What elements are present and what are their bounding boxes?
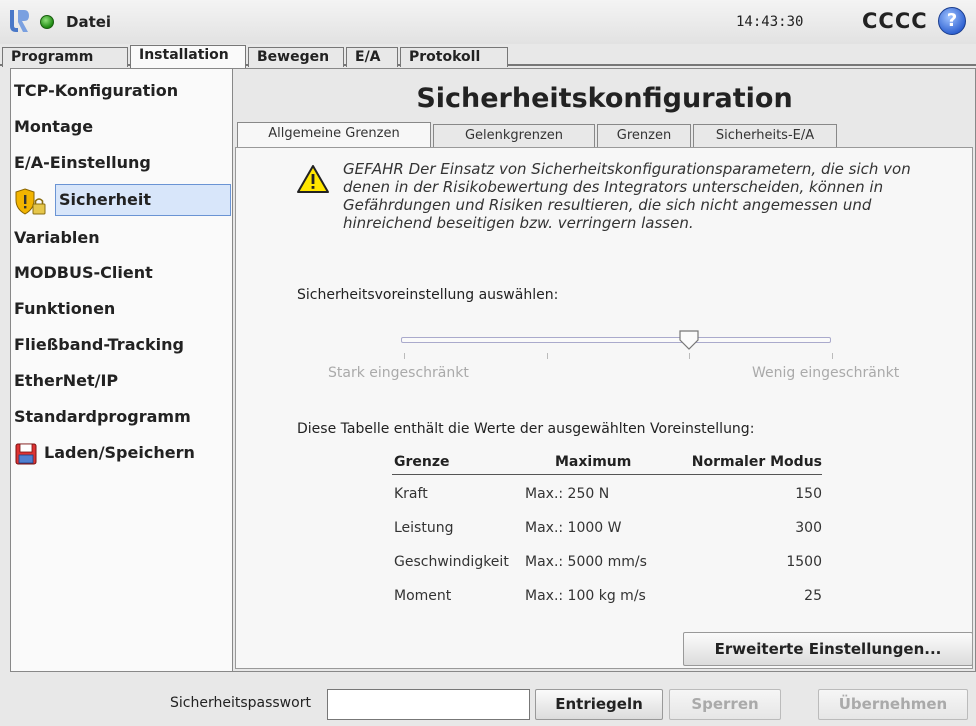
- limit-normal-value: 300: [795, 520, 822, 536]
- clock: 14:43:30: [736, 14, 804, 30]
- limit-normal-value: 150: [795, 486, 822, 502]
- sidebar-item-tcp-konfiguration[interactable]: TCP-Konfiguration: [11, 74, 231, 108]
- tab-gelenkgrenzen[interactable]: Gelenkgrenzen: [433, 124, 595, 147]
- file-menu[interactable]: Datei: [66, 13, 111, 31]
- general-limits-panel: GEFAHR Der Einsatz von Sicherheitskonfig…: [235, 147, 973, 669]
- robot-name: CCCC: [862, 9, 928, 33]
- tab-bewegen[interactable]: Bewegen: [248, 47, 344, 67]
- danger-warning-text: GEFAHR Der Einsatz von Sicherheitskonfig…: [343, 160, 911, 232]
- sidebar-item-sicherheit[interactable]: Sicherheit: [11, 180, 231, 222]
- unlock-button[interactable]: Entriegeln: [535, 689, 663, 720]
- table-row: Kraft Max.: 250 N 150: [392, 479, 822, 509]
- installation-sidebar: TCP-Konfiguration Montage E/A-Einstellun…: [10, 68, 233, 672]
- slider-max-label: Wenig eingeschränkt: [752, 365, 900, 381]
- title-bar: Datei 14:43:30 CCCC ?: [0, 0, 976, 44]
- sidebar-item-laden-speichern[interactable]: Laden/Speichern: [11, 436, 231, 470]
- sidebar-item-funktionen[interactable]: Funktionen: [11, 292, 231, 326]
- sidebar-item-ethernet-ip[interactable]: EtherNet/IP: [11, 364, 231, 398]
- table-caption: Diese Tabelle enthält die Werte der ausg…: [297, 421, 755, 437]
- advanced-settings-button[interactable]: Erweiterte Einstellungen...: [683, 632, 973, 666]
- slider-tick: [404, 353, 405, 359]
- slider-tick: [832, 353, 833, 359]
- sidebar-item-modbus-client[interactable]: MODBUS-Client: [11, 256, 231, 290]
- shield-lock-icon: [15, 188, 46, 215]
- preset-label: Sicherheitsvoreinstellung auswählen:: [297, 287, 559, 303]
- table-row: Moment Max.: 100 kg m/s 25: [392, 581, 822, 611]
- limit-maximum: Max.: 5000 mm/s: [525, 554, 647, 570]
- lock-button[interactable]: Sperren: [669, 689, 781, 720]
- preset-slider-thumb[interactable]: [677, 328, 701, 352]
- limit-normal-value: 25: [804, 588, 822, 604]
- help-icon[interactable]: ?: [938, 7, 966, 35]
- limit-name: Geschwindigkeit: [394, 554, 509, 570]
- tab-installation[interactable]: Installation: [130, 45, 246, 68]
- sidebar-item-variablen[interactable]: Variablen: [11, 221, 231, 255]
- tab-grenzen[interactable]: Grenzen: [597, 124, 691, 147]
- tab-sicherheits-ea[interactable]: Sicherheits-E/A: [693, 124, 837, 147]
- limit-name: Kraft: [394, 486, 428, 502]
- password-label: Sicherheitspasswort: [170, 695, 311, 711]
- warning-icon: [297, 165, 329, 193]
- limit-maximum: Max.: 100 kg m/s: [525, 588, 646, 604]
- limit-maximum: Max.: 250 N: [525, 486, 610, 502]
- limit-name: Moment: [394, 588, 452, 604]
- column-header: Normaler Modus: [691, 454, 822, 470]
- preset-slider-track[interactable]: [401, 337, 831, 343]
- table-header-row: Grenze Maximum Normaler Modus: [392, 453, 822, 475]
- main-tab-bar: Programm Installation Bewegen E/A Protok…: [0, 44, 976, 68]
- limit-maximum: Max.: 1000 W: [525, 520, 622, 536]
- apply-button[interactable]: Übernehmen: [818, 689, 968, 720]
- universal-robots-logo: [10, 10, 29, 32]
- limit-normal-value: 1500: [786, 554, 822, 570]
- table-row: Leistung Max.: 1000 W 300: [392, 513, 822, 543]
- sidebar-item-fliessband-tracking[interactable]: Fließband-Tracking: [11, 328, 231, 362]
- tab-protokoll[interactable]: Protokoll: [400, 47, 508, 67]
- limit-name: Leistung: [394, 520, 454, 536]
- save-disk-icon: [15, 443, 37, 465]
- sidebar-item-ea-einstellung[interactable]: E/A-Einstellung: [11, 146, 231, 180]
- robot-status-icon[interactable]: [40, 15, 54, 29]
- slider-tick: [547, 353, 548, 359]
- column-header: Grenze: [394, 454, 450, 470]
- sidebar-item-label: Sicherheit: [55, 184, 231, 216]
- page-title: Sicherheitskonfiguration: [416, 83, 793, 114]
- main-content: Sicherheitskonfiguration Allgemeine Gren…: [233, 68, 976, 672]
- sidebar-item-label: Laden/Speichern: [44, 443, 195, 462]
- table-row: Geschwindigkeit Max.: 5000 mm/s 1500: [392, 547, 822, 577]
- safety-password-input[interactable]: [327, 689, 530, 720]
- tab-allgemeine-grenzen[interactable]: Allgemeine Grenzen: [237, 122, 431, 148]
- sidebar-item-montage[interactable]: Montage: [11, 110, 231, 144]
- slider-tick: [689, 353, 690, 359]
- column-header: Maximum: [555, 454, 632, 470]
- tab-programm[interactable]: Programm: [2, 47, 128, 67]
- slider-min-label: Stark eingeschränkt: [328, 365, 469, 381]
- tab-ea[interactable]: E/A: [346, 47, 398, 67]
- sidebar-item-standardprogramm[interactable]: Standardprogramm: [11, 400, 231, 434]
